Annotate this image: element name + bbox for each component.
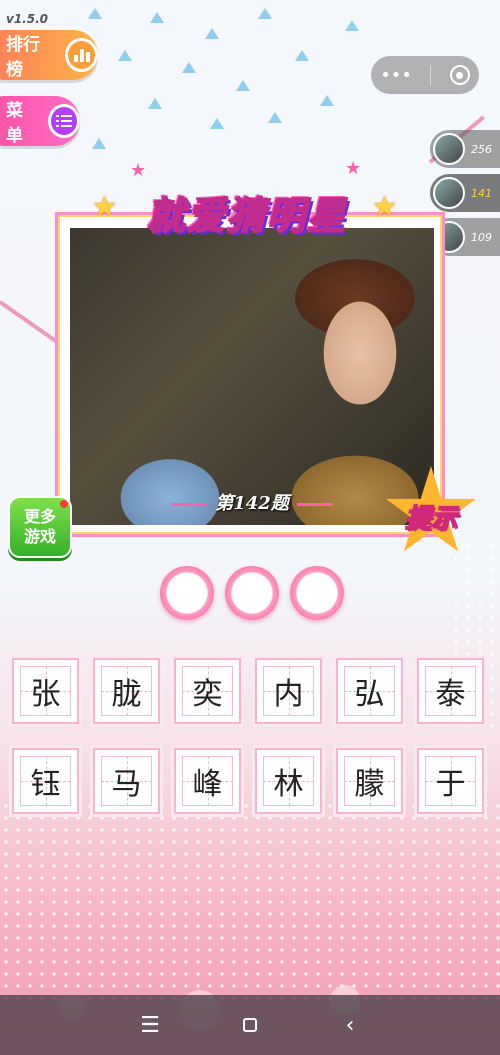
square-icon [243, 1018, 257, 1032]
character-text: 张 [30, 677, 61, 712]
character-tile[interactable]: 泰 [417, 658, 484, 724]
leaderboard-button[interactable]: 排行榜 [0, 30, 98, 80]
character-tile[interactable]: 弘 [336, 658, 403, 724]
system-navbar: ☰ ‹ [0, 995, 500, 1055]
hint-button[interactable]: 提示 [384, 466, 478, 560]
character-text: 峰 [192, 767, 223, 802]
home-nav-button[interactable] [230, 1018, 270, 1032]
character-text: 奕 [192, 677, 223, 712]
character-tile[interactable]: 林 [255, 748, 322, 814]
character-text: 于 [435, 767, 466, 802]
answer-slot[interactable] [160, 566, 214, 620]
miniprogram-capsule: ••• [371, 56, 479, 94]
celebrity-photo: 第142题 [70, 228, 434, 525]
player-entry-self[interactable]: 141 [430, 174, 500, 212]
answer-slot[interactable] [290, 566, 344, 620]
game-title-logo: 就爱猜明星 [146, 192, 347, 239]
star-icon: ★ [345, 158, 362, 179]
player-entry[interactable]: 256 [430, 130, 500, 168]
player-rank: 141 [471, 186, 492, 200]
leaderboard-label: 排行榜 [6, 35, 40, 80]
ranking-icon [65, 38, 98, 72]
answer-slot[interactable] [225, 566, 279, 620]
character-tile[interactable]: 钰 [12, 748, 79, 814]
hint-label: 提示 [404, 503, 458, 535]
capsule-divider [430, 65, 432, 85]
character-text: 泰 [435, 677, 466, 712]
character-grid: 张 胧 奕 内 弘 泰 钰 马 峰 林 朦 于 [12, 658, 488, 814]
avatar [433, 177, 465, 209]
back-nav-button[interactable]: ‹ [330, 1013, 370, 1038]
character-tile[interactable]: 于 [417, 748, 484, 814]
menu-label: 菜单 [6, 101, 23, 146]
character-tile[interactable]: 峰 [174, 748, 241, 814]
player-rank: 256 [471, 142, 492, 156]
character-tile[interactable]: 马 [93, 748, 160, 814]
target-icon[interactable] [449, 65, 470, 85]
character-tile[interactable]: 张 [12, 658, 79, 724]
version-label: v1.5.0 [6, 12, 48, 26]
list-icon [47, 104, 80, 138]
answer-slots [160, 566, 344, 620]
character-text: 内 [273, 677, 304, 712]
menu-nav-button[interactable]: ☰ [130, 1013, 170, 1038]
menu-button[interactable]: 菜单 [0, 96, 80, 146]
more-dots-icon[interactable]: ••• [380, 65, 412, 86]
more-games-label: 更多 游戏 [23, 507, 56, 546]
more-games-button[interactable]: 更多 游戏 [8, 496, 72, 558]
character-text: 弘 [354, 677, 385, 712]
character-text: 钰 [30, 767, 61, 802]
notification-dot [60, 500, 68, 508]
character-text: 林 [273, 767, 304, 802]
question-number: 第142题 [70, 489, 434, 515]
avatar [433, 133, 465, 165]
character-tile[interactable]: 奕 [174, 658, 241, 724]
character-text: 胧 [111, 677, 142, 712]
character-tile[interactable]: 胧 [93, 658, 160, 724]
character-text: 马 [111, 767, 142, 802]
star-icon: ★ [130, 160, 147, 181]
player-rank: 109 [471, 230, 492, 244]
character-tile[interactable]: 内 [255, 658, 322, 724]
character-text: 朦 [354, 767, 385, 802]
character-tile[interactable]: 朦 [336, 748, 403, 814]
